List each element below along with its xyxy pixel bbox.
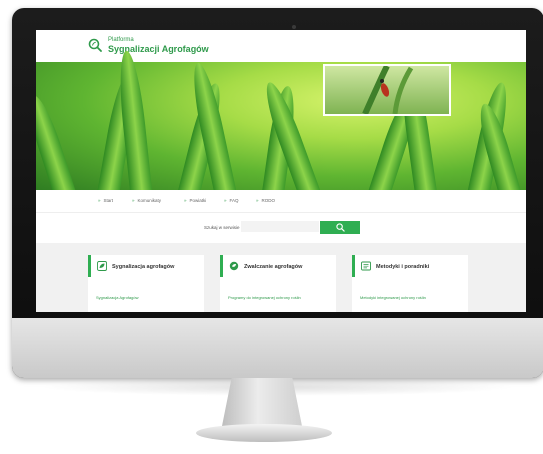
card-link[interactable]: Metodyki integrowanej ochrony roślin: [360, 295, 426, 300]
card-sygnalizacja[interactable]: Sygnalizacja agrofagów Sygnalizacja Agro…: [88, 255, 204, 312]
website-screen: Platforma Sygnalizacji Agrofagów » Start …: [36, 30, 526, 312]
card-accent-bar: [352, 255, 355, 277]
leaf-magnifier-icon: [97, 261, 107, 271]
features-section: Sygnalizacja agrofagów Sygnalizacja Agro…: [36, 243, 526, 312]
card-title: Zwalczanie agrofagów: [244, 264, 303, 270]
card-link[interactable]: Sygnalizacja Agrofagów: [96, 295, 138, 300]
search-input[interactable]: [241, 221, 319, 232]
nav-item-rodo[interactable]: » RODO: [256, 198, 275, 203]
logo-small-text: Platforma: [108, 37, 134, 43]
globe-leaf-icon: [229, 261, 239, 271]
nav-item-faq[interactable]: » FAQ: [224, 198, 239, 203]
hero-banner: [36, 49, 526, 204]
monitor-chin: [12, 318, 543, 378]
card-zwalczanie[interactable]: Zwalczanie agrofagów Programy do integro…: [220, 255, 336, 312]
card-accent-bar: [88, 255, 91, 277]
monitor-stand-base: [196, 424, 332, 442]
book-icon: [361, 261, 371, 271]
card-link[interactable]: Programy do integrowanej ochrony roślin: [228, 295, 301, 300]
site-header: Platforma Sygnalizacji Agrofagów: [36, 30, 526, 62]
beetle-photo: [323, 64, 451, 116]
search-label: Szukaj w serwisie: [204, 225, 240, 230]
card-accent-bar: [220, 255, 223, 277]
monitor-stand-neck: [222, 378, 302, 426]
card-title: Sygnalizacja agrofagów: [112, 264, 175, 270]
card-title: Metodyki i poradniki: [376, 264, 430, 270]
camera-dot: [292, 25, 296, 29]
nav-item-powiatki[interactable]: » Powiatki: [184, 198, 206, 203]
grass-blade: [36, 91, 78, 204]
nav-item-start[interactable]: » Start: [98, 198, 113, 203]
beetle-on-leaf-icon: [362, 66, 414, 114]
magnifier-logo-icon: [88, 38, 102, 52]
search-button[interactable]: [320, 221, 360, 234]
main-nav: » Start » Komunikaty » Powiatki » FAQ » RODO: [36, 190, 526, 213]
search-icon: [335, 223, 345, 232]
nav-item-komunikaty[interactable]: » Komunikaty: [132, 198, 161, 203]
card-metodyki[interactable]: Metodyki i poradniki Metodyki integrowan…: [352, 255, 468, 312]
